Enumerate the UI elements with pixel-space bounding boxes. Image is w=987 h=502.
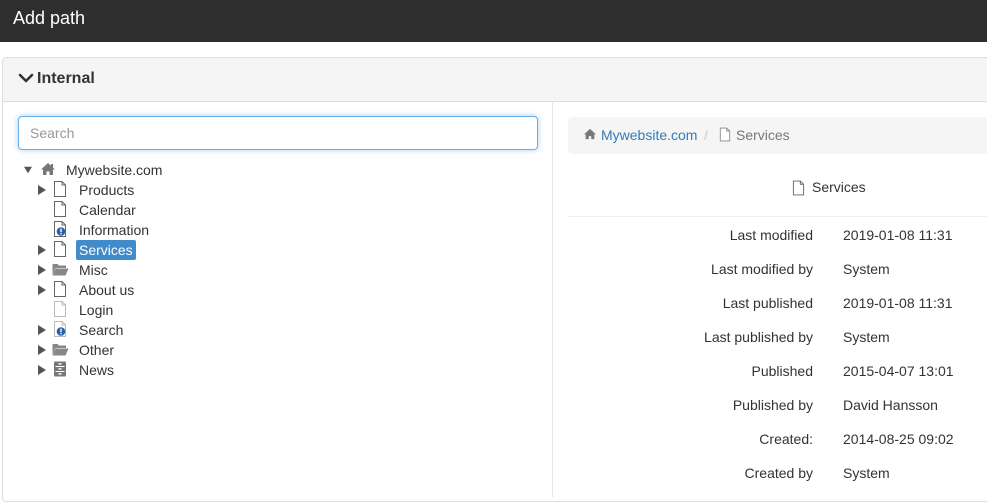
tree-item-label-selected: Services bbox=[76, 240, 136, 260]
breadcrumb: Mywebsite.com / Services bbox=[568, 117, 987, 154]
tree-item-search[interactable]: Search bbox=[38, 320, 238, 340]
page-icon bbox=[54, 201, 66, 217]
property-value: 2019-01-08 11:31 bbox=[843, 295, 953, 311]
property-value: 2015-04-07 13:01 bbox=[843, 363, 954, 379]
page-icon bbox=[792, 180, 805, 196]
tree-item-news[interactable]: News bbox=[38, 360, 238, 380]
page-icon bbox=[54, 181, 66, 197]
title-bar: Add path bbox=[0, 0, 987, 42]
page-icon bbox=[54, 241, 66, 257]
tree-item-label: Calendar bbox=[79, 202, 136, 218]
tree-item-products[interactable]: Products bbox=[38, 180, 238, 200]
property-value: System bbox=[843, 329, 890, 345]
caret-right-icon[interactable] bbox=[38, 245, 46, 255]
tree-root[interactable]: Mywebsite.com bbox=[24, 160, 224, 180]
panel-heading-label: Internal bbox=[37, 70, 95, 87]
breadcrumb-separator: / bbox=[704, 127, 708, 143]
tree-item-information[interactable]: Information bbox=[38, 220, 238, 240]
caret-right-icon[interactable] bbox=[38, 365, 46, 375]
property-key: Last modified by bbox=[711, 261, 813, 277]
tree-item-label: Misc bbox=[79, 262, 108, 278]
page-icon bbox=[54, 281, 66, 297]
folder-open-icon bbox=[52, 344, 69, 356]
tree-item-login[interactable]: Login bbox=[38, 300, 238, 320]
tree-item-label: Login bbox=[79, 302, 114, 318]
caret-down-icon[interactable] bbox=[24, 165, 32, 175]
chevron-down-icon bbox=[18, 73, 34, 83]
archive-icon bbox=[54, 361, 66, 377]
property-key: Created by bbox=[744, 465, 813, 481]
caret-right-icon[interactable] bbox=[38, 185, 46, 195]
page-warning-icon bbox=[54, 321, 66, 337]
property-key: Published bbox=[751, 363, 814, 379]
property-value: 2019-01-08 11:31 bbox=[843, 227, 953, 243]
breadcrumb-current: Services bbox=[736, 127, 790, 143]
tree-item-label: About us bbox=[79, 282, 135, 298]
property-value: 2014-08-25 09:02 bbox=[843, 431, 954, 447]
tree-item-calendar[interactable]: Calendar bbox=[38, 200, 238, 220]
tree-item-label: News bbox=[79, 362, 115, 378]
page-icon bbox=[54, 301, 66, 317]
caret-right-icon[interactable] bbox=[38, 285, 46, 295]
breadcrumb-site-link[interactable]: Mywebsite.com bbox=[601, 127, 697, 143]
tree-item-services[interactable]: Services bbox=[38, 240, 238, 260]
tree-item-label: Other bbox=[79, 342, 115, 358]
property-key: Published by bbox=[732, 397, 813, 413]
property-key: Last published by bbox=[704, 329, 813, 345]
property-value: David Hansson bbox=[843, 397, 938, 413]
details-divider bbox=[568, 216, 987, 217]
caret-right-icon[interactable] bbox=[38, 345, 46, 355]
tree-item-misc[interactable]: Misc bbox=[38, 260, 238, 280]
property-key: Last published bbox=[722, 295, 813, 311]
tree-item-about-us[interactable]: About us bbox=[38, 280, 238, 300]
property-key: Last modified bbox=[729, 227, 813, 243]
property-key: Created: bbox=[759, 431, 813, 447]
home-icon bbox=[41, 163, 55, 175]
page-icon bbox=[719, 127, 731, 142]
caret-right-icon[interactable] bbox=[38, 325, 46, 335]
tree-item-label: Information bbox=[79, 222, 150, 238]
panel-heading-internal[interactable]: Internal bbox=[3, 58, 987, 102]
property-value: System bbox=[843, 261, 890, 277]
tree-item-label: Products bbox=[79, 182, 135, 198]
page-title: Add path bbox=[13, 8, 86, 28]
tree-root-label: Mywebsite.com bbox=[66, 162, 163, 178]
search-input[interactable] bbox=[18, 116, 538, 150]
property-value: System bbox=[843, 465, 890, 481]
home-icon bbox=[584, 128, 596, 140]
page-warning-icon bbox=[54, 221, 66, 237]
tree-item-label: Search bbox=[79, 322, 124, 338]
caret-right-icon[interactable] bbox=[38, 265, 46, 275]
tree-item-other[interactable]: Other bbox=[38, 340, 238, 360]
folder-open-icon bbox=[52, 264, 69, 276]
details-title-label: Services bbox=[812, 179, 866, 195]
